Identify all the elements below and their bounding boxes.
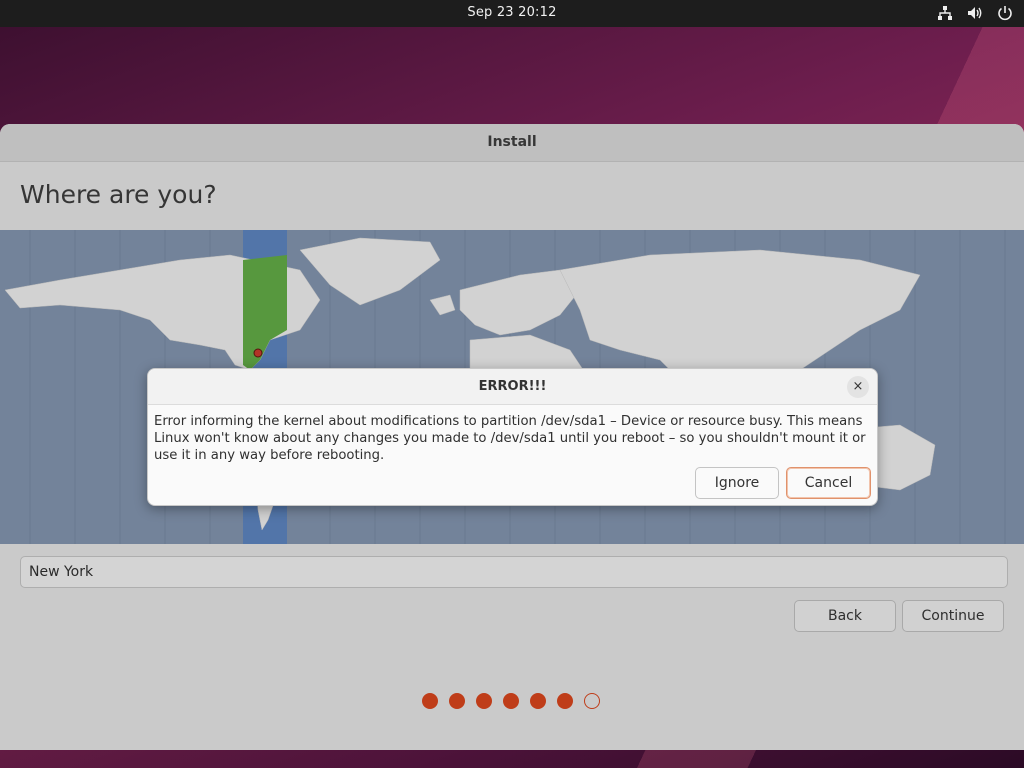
dialog-message: Error informing the kernel about modific… xyxy=(154,414,866,463)
top-bar: Sep 23 20:12 xyxy=(0,0,1024,27)
volume-icon[interactable] xyxy=(966,4,984,22)
ignore-button[interactable]: Ignore xyxy=(695,467,779,499)
clock[interactable]: Sep 23 20:12 xyxy=(0,5,1024,20)
system-tray[interactable] xyxy=(936,4,1014,22)
power-icon[interactable] xyxy=(996,4,1014,22)
close-icon[interactable]: × xyxy=(847,376,869,398)
cancel-button[interactable]: Cancel xyxy=(786,467,871,499)
dialog-title: ERROR!!! xyxy=(148,369,877,405)
error-dialog: ERROR!!! × Error informing the kernel ab… xyxy=(147,368,878,506)
network-icon[interactable] xyxy=(936,4,954,22)
